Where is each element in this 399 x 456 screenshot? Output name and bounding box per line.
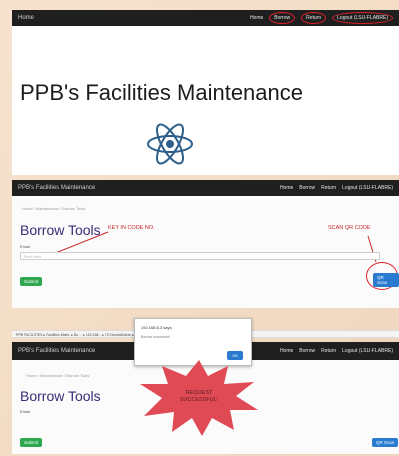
qr-scan-button-2[interactable]: QR Scan bbox=[372, 438, 399, 447]
second-navbar: PPB's Facilities Maintenance Home Borrow… bbox=[12, 180, 399, 196]
starburst-text: REQUEST SUCCESSFUL! bbox=[179, 390, 219, 403]
nav-logout[interactable]: Logout (LSU-FLABRE) bbox=[332, 12, 393, 24]
dialog-message: Borrow successful bbox=[141, 335, 170, 339]
navbar-brand[interactable]: Home bbox=[18, 15, 244, 21]
nav2-borrow[interactable]: Borrow bbox=[299, 185, 315, 191]
hero-title: PPB's Facilities Maintenance bbox=[20, 80, 303, 105]
input-placeholder: Email Here bbox=[24, 254, 42, 259]
photo-frame: Home Home Borrow Return Logout (LSU-FLAB… bbox=[0, 0, 399, 456]
borrow-screenshot: PPB's Facilities Maintenance Home Borrow… bbox=[12, 180, 399, 308]
nav2-return[interactable]: Return bbox=[321, 185, 336, 191]
navbar-brand-2[interactable]: PPB's Facilities Maintenance bbox=[18, 185, 274, 191]
page-heading-2: Borrow Tools bbox=[20, 388, 101, 404]
code-input[interactable]: Email Here bbox=[20, 252, 380, 260]
bookmark-text[interactable]: PPB FACILITIES ▸ Facilities Maint. ▸ Bo … bbox=[16, 333, 142, 337]
submit-button-2[interactable]: Submit bbox=[20, 438, 43, 447]
field-label-2: Email bbox=[20, 409, 31, 414]
success-starburst: REQUEST SUCCESSFUL! bbox=[138, 358, 260, 438]
qr-scan-button[interactable]: QR Scan bbox=[373, 273, 399, 287]
nav-borrow[interactable]: Borrow bbox=[269, 12, 296, 24]
nav3-borrow[interactable]: Borrow bbox=[299, 348, 315, 354]
nav3-return[interactable]: Return bbox=[321, 348, 336, 354]
top-screenshot: Home Home Borrow Return Logout (LSU-FLAB… bbox=[12, 10, 399, 175]
atom-logo bbox=[147, 123, 193, 165]
annotation-scan-qr: SCAN QR CODE bbox=[328, 225, 371, 231]
nav2-logout[interactable]: Logout (LSU-FLABRE) bbox=[342, 185, 393, 191]
annotation-key-in: KEY IN CODE NO. bbox=[108, 225, 155, 231]
nav2-home[interactable]: Home bbox=[280, 185, 293, 191]
breadcrumb-2: Home / Maintenance / Borrow Tools bbox=[26, 373, 90, 378]
nav-return[interactable]: Return bbox=[301, 12, 327, 24]
top-navbar: Home Home Borrow Return Logout (LSU-FLAB… bbox=[12, 10, 399, 26]
nav-home[interactable]: Home bbox=[250, 15, 263, 21]
nav3-logout[interactable]: Logout (LSU-FLABRE) bbox=[342, 348, 393, 354]
field-label: Email bbox=[20, 244, 31, 249]
submit-button[interactable]: Submit bbox=[20, 277, 43, 286]
nav3-home[interactable]: Home bbox=[280, 348, 293, 354]
dialog-title: 192.168.5.3 says: bbox=[141, 325, 173, 330]
breadcrumb: Home / Maintenance / Borrow Tools bbox=[22, 206, 86, 211]
